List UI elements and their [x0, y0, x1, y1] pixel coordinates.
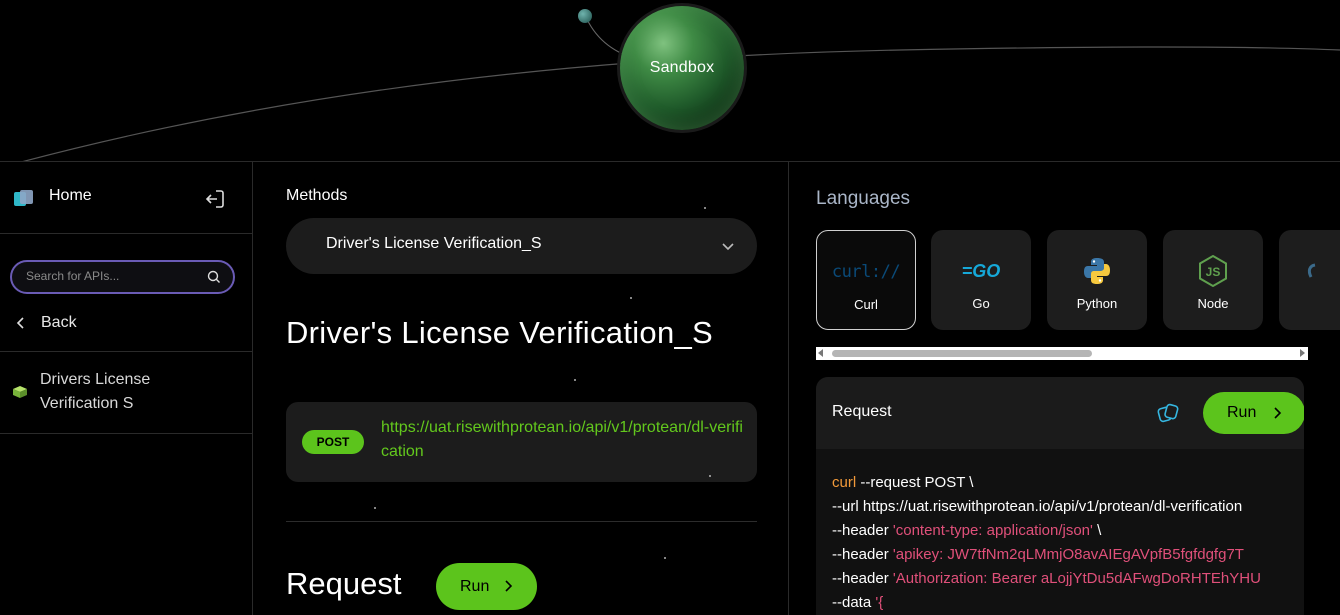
method-select-value: Driver's License Verification_S: [326, 235, 542, 252]
code-line: --url https://uat.risewithprotean.io/api…: [832, 498, 1243, 515]
header: Sandbox: [0, 0, 1340, 162]
scroll-right-arrow[interactable]: [1300, 349, 1305, 357]
star-decoration: [704, 207, 706, 209]
go-icon: =GO: [961, 260, 1001, 281]
run-label: Run: [460, 577, 490, 595]
run-button[interactable]: Run: [436, 563, 537, 610]
endpoint-box: POST https://uat.risewithprotean.io/api/…: [286, 402, 757, 482]
star-decoration: [630, 297, 632, 299]
home-icon: [14, 190, 33, 206]
star-decoration: [664, 557, 666, 559]
request-card-header: Request Run: [816, 377, 1304, 449]
copy-icon[interactable]: [1156, 401, 1180, 425]
request-code-card: Request Run curl --request POST \ --url h…: [816, 377, 1304, 615]
logout-icon[interactable]: [204, 188, 226, 210]
sidebar-item-label: Drivers License Verification S: [40, 371, 151, 412]
chevron-right-icon: [505, 580, 513, 592]
languages-panel: Languages curl:// Curl =GO Go Python JS: [790, 162, 1340, 615]
language-label: Go: [972, 296, 990, 311]
endpoint-url[interactable]: https://uat.risewithprotean.io/api/v1/pr…: [381, 416, 746, 464]
search-box: [10, 260, 235, 294]
run-button[interactable]: Run: [1203, 392, 1304, 434]
chevron-left-icon: [16, 317, 24, 329]
language-tab-curl[interactable]: curl:// Curl: [816, 230, 916, 330]
divider: [286, 521, 757, 522]
language-label: Node: [1197, 296, 1229, 311]
language-partial-icon: [1307, 263, 1316, 278]
language-tab-node[interactable]: JS Node: [1163, 230, 1263, 330]
star-decoration: [574, 379, 576, 381]
language-label: Python: [1076, 296, 1118, 311]
scroll-thumb[interactable]: [832, 350, 1092, 357]
code-line: --header 'Authorization: Bearer aLojjYtD…: [832, 570, 1261, 587]
curl-icon: curl://: [831, 262, 901, 282]
run-label: Run: [1227, 404, 1257, 421]
cube-icon: [13, 386, 27, 398]
sandbox-planet: Sandbox: [620, 6, 744, 130]
methods-title: Methods: [286, 187, 348, 204]
language-tab-go[interactable]: =GO Go: [931, 230, 1031, 330]
code-line: curl --request POST \: [832, 474, 974, 491]
methods-panel: Methods Driver's License Verification_S …: [254, 162, 789, 615]
python-icon: [1084, 258, 1110, 284]
request-label: Request: [832, 403, 892, 420]
chevron-down-icon: [722, 243, 734, 251]
sidebar-item-drivers-license[interactable]: Drivers License Verification S: [0, 352, 253, 434]
request-heading: Request: [286, 566, 402, 601]
language-tab-python[interactable]: Python: [1047, 230, 1147, 330]
back-label: Back: [41, 314, 77, 331]
languages-title: Languages: [816, 188, 911, 209]
node-icon: JS: [1199, 255, 1227, 287]
search-icon[interactable]: [207, 270, 221, 284]
language-label: Curl: [854, 297, 878, 312]
home-label: Home: [49, 187, 92, 204]
sidebar: Home Back Drivers License Verification S: [0, 162, 253, 615]
moon-icon: [578, 9, 592, 23]
star-decoration: [374, 507, 376, 509]
back-button[interactable]: Back: [0, 306, 253, 352]
star-decoration: [709, 475, 711, 477]
code-block: curl --request POST \ --url https://uat.r…: [832, 471, 1304, 615]
scroll-left-arrow[interactable]: [818, 349, 823, 357]
svg-text:JS: JS: [1206, 265, 1221, 279]
home-nav-item[interactable]: Home: [0, 162, 253, 234]
code-line: --header 'apikey: JW7tfNm2qLMmjO8avAIEgA…: [832, 546, 1244, 563]
method-heading: Driver's License Verification_S: [286, 315, 714, 350]
chevron-right-icon: [1274, 407, 1282, 419]
search-input[interactable]: [26, 269, 196, 283]
sandbox-label: Sandbox: [649, 59, 715, 76]
code-line: --header 'content-type: application/json…: [832, 522, 1102, 539]
http-method-badge: POST: [302, 430, 364, 454]
language-tab-partial[interactable]: [1279, 230, 1340, 330]
code-line: --data '{: [832, 594, 884, 611]
method-select[interactable]: Driver's License Verification_S: [286, 218, 757, 274]
language-scrollbar[interactable]: [816, 347, 1308, 360]
